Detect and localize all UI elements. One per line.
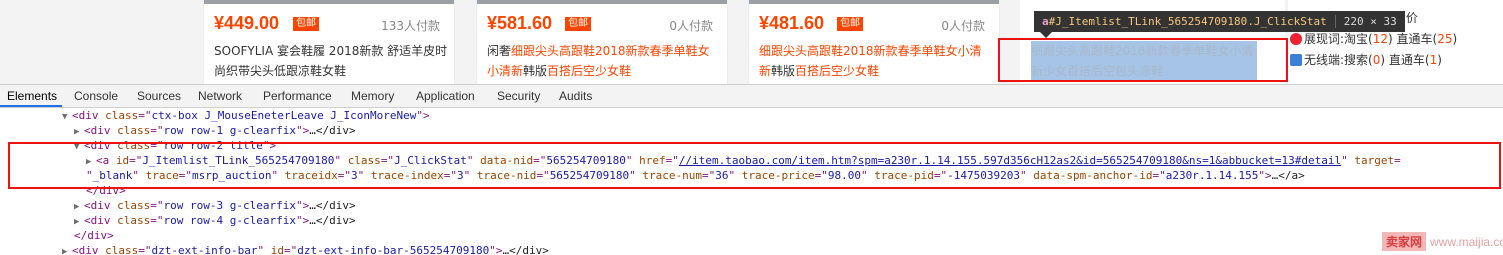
product-card[interactable]: ¥449.00 包邮 133人付款 SOOFYLIA 宴会鞋履 2018新款 舒…	[203, 0, 455, 84]
paid-count: 0人付款	[669, 19, 713, 33]
tab-application[interactable]: Application	[416, 85, 475, 108]
free-shipping-badge: 包邮	[565, 17, 591, 31]
product-card[interactable]: ¥581.60 包邮 0人付款 闲奢细跟尖头高跟鞋2018新款春季单鞋女 小清新…	[476, 0, 728, 84]
product-price: ¥581.60	[487, 13, 553, 33]
collapsed-triangle-icon[interactable]: ▶	[62, 245, 72, 255]
title-line: 尚织带尖头低跟凉鞋女鞋	[214, 64, 347, 78]
watermark: 卖家网www.maijia.com	[1382, 232, 1503, 251]
title-line: 新韩版百搭后空少女鞋	[759, 64, 880, 78]
tab-network[interactable]: Network	[198, 85, 242, 108]
tree-close-tag[interactable]: </div>	[74, 228, 114, 243]
annotation-box-page	[998, 38, 1288, 82]
display-words-row[interactable]: 展现词:淘宝(12) 直通车(25)	[1290, 30, 1457, 47]
product-price: ¥449.00	[214, 13, 280, 33]
tab-audits[interactable]: Audits	[559, 85, 592, 108]
tab-console[interactable]: Console	[74, 85, 118, 108]
paid-count: 0人付款	[941, 19, 985, 33]
product-title-link[interactable]: SOOFYLIA 宴会鞋履 2018新款 舒适羊皮时 尚织带尖头低跟凉鞋女鞋	[214, 41, 449, 81]
title-line: 闲奢细跟尖头高跟鞋2018新款春季单鞋女	[487, 44, 710, 58]
tab-sources[interactable]: Sources	[137, 85, 181, 108]
paid-count: 133人付款	[381, 19, 440, 33]
product-title-link[interactable]: 闲奢细跟尖头高跟鞋2018新款春季单鞋女 小清新韩版百搭后空少女鞋	[487, 41, 722, 81]
annotation-box-tree	[8, 142, 1501, 189]
product-title-link[interactable]: 细跟尖头高跟鞋2018新款春季单鞋女小清 新韩版百搭后空少女鞋	[759, 41, 994, 81]
active-tab-indicator	[0, 105, 62, 107]
watermark-url: www.maijia.com	[1430, 235, 1503, 249]
mobile-icon	[1290, 54, 1302, 66]
product-price: ¥481.60	[759, 13, 825, 33]
tab-performance[interactable]: Performance	[263, 85, 332, 108]
tree-node[interactable]: ▶ <div class="row row-1 g-clearfix">…</di…	[74, 123, 356, 138]
tab-memory[interactable]: Memory	[351, 85, 394, 108]
title-line: SOOFYLIA 宴会鞋履 2018新款 舒适羊皮时	[214, 44, 448, 58]
tab-security[interactable]: Security	[497, 85, 540, 108]
tree-node[interactable]: ▶ <div class="dzt-ext-info-bar" id="dzt-e…	[62, 243, 549, 255]
devtools-tabbar: Elements Console Sources Network Perform…	[0, 84, 1503, 108]
tree-node[interactable]: ▶ <div class="row row-3 g-clearfix">…</di…	[74, 198, 356, 213]
product-image-edge	[749, 0, 999, 4]
product-card[interactable]: ¥481.60 包邮 0人付款 细跟尖头高跟鞋2018新款春季单鞋女小清 新韩版…	[748, 0, 1000, 84]
tooltip-arrow	[1040, 32, 1052, 38]
title-line: 小清新韩版百搭后空少女鞋	[487, 64, 632, 78]
watermark-logo: 卖家网	[1382, 232, 1427, 251]
title-line: 细跟尖头高跟鞋2018新款春季单鞋女小清	[759, 44, 982, 58]
inspect-tooltip: a#J_Itemlist_TLink_565254709180.J_ClickS…	[1034, 11, 1405, 32]
mobile-search-row[interactable]: 无线端:搜索(0) 直通车(1)	[1290, 51, 1442, 68]
free-shipping-badge: 包邮	[837, 17, 863, 31]
free-shipping-badge: 包邮	[293, 17, 319, 31]
taobao-icon	[1290, 33, 1302, 45]
product-image-edge	[204, 0, 454, 4]
tree-node[interactable]: ▼ <div class="ctx-box J_MouseEneterLeave …	[62, 108, 430, 123]
expanded-triangle-icon[interactable]: ▼	[62, 110, 72, 125]
product-image-edge	[477, 0, 727, 4]
tree-node[interactable]: ▶ <div class="row row-4 g-clearfix">…</di…	[74, 213, 356, 228]
